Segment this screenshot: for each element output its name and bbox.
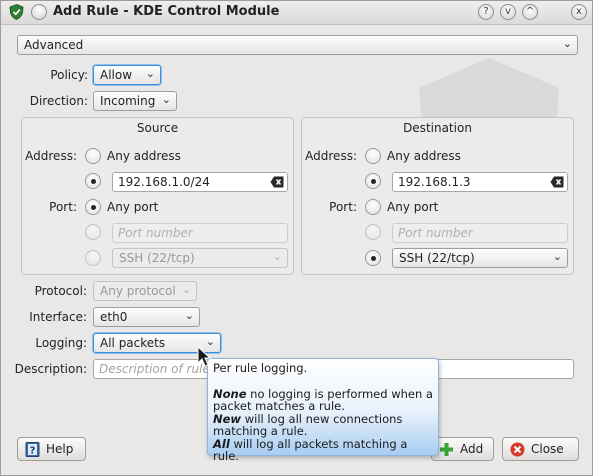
logging-tooltip: Per rule logging. None no logging is per… bbox=[207, 358, 439, 462]
clear-text-icon[interactable] bbox=[550, 176, 564, 188]
plus-icon bbox=[440, 443, 453, 456]
window-title: Add Rule - KDE Control Module bbox=[53, 4, 280, 19]
add-rule-window: Add Rule - KDE Control Module ? v ^ x Ad… bbox=[0, 0, 593, 476]
direction-value: Incoming bbox=[100, 94, 156, 108]
tooltip-all-text: will log all packets matching a rule. bbox=[213, 436, 408, 463]
destination-any-address-radio[interactable] bbox=[365, 148, 381, 164]
source-service-value: SSH (22/tcp) bbox=[119, 251, 195, 265]
minimize-button[interactable]: v bbox=[500, 4, 516, 20]
destination-address-label: Address: bbox=[305, 149, 357, 163]
source-port-number-radio[interactable] bbox=[85, 224, 101, 240]
help-button-label: Help bbox=[46, 442, 74, 456]
chevron-down-icon: ⌄ bbox=[552, 250, 562, 263]
chevron-down-icon: ⌄ bbox=[145, 67, 155, 80]
source-any-address-radio[interactable] bbox=[85, 148, 101, 164]
chevron-down-icon: ⌄ bbox=[161, 93, 171, 106]
destination-title: Destination bbox=[403, 121, 472, 135]
logging-label: Logging: bbox=[35, 336, 87, 350]
destination-address-input[interactable]: 192.168.1.3 bbox=[392, 172, 568, 192]
mode-select[interactable]: Advanced ⌄ bbox=[17, 35, 578, 55]
logging-value: All packets bbox=[100, 336, 166, 350]
description-label: Description: bbox=[14, 362, 87, 376]
source-title: Source bbox=[136, 121, 179, 135]
tooltip-intro: Per rule logging. bbox=[213, 361, 308, 375]
direction-select[interactable]: Incoming ⌄ bbox=[93, 91, 177, 111]
mouse-pointer-icon bbox=[197, 346, 211, 367]
tooltip-none-line: None no logging is performed when a pack… bbox=[213, 386, 433, 413]
tooltip-new-text: will log all new connections matching a … bbox=[213, 411, 403, 438]
close-window-button[interactable]: x bbox=[571, 4, 587, 20]
source-any-port-label[interactable]: Any port bbox=[107, 200, 158, 214]
close-button-label: Close bbox=[531, 442, 564, 456]
destination-service-select[interactable]: SSH (22/tcp) ⌄ bbox=[392, 248, 568, 268]
help-button[interactable]: ? Help bbox=[17, 437, 86, 461]
svg-text:?: ? bbox=[30, 446, 36, 457]
protocol-select[interactable]: Any protocol ⌄ bbox=[93, 281, 197, 301]
interface-value: eth0 bbox=[100, 310, 128, 324]
destination-port-label: Port: bbox=[329, 200, 357, 214]
destination-any-port-radio[interactable] bbox=[365, 199, 381, 215]
destination-port-number-radio[interactable] bbox=[365, 224, 381, 240]
mode-select-value: Advanced bbox=[24, 38, 84, 52]
source-address-input[interactable]: 192.168.1.0/24 bbox=[112, 172, 288, 192]
tooltip-new-line: New will log all new connections matchin… bbox=[213, 411, 433, 438]
maximize-button[interactable]: ^ bbox=[522, 4, 538, 20]
source-specific-address-radio[interactable] bbox=[85, 173, 101, 189]
protocol-value: Any protocol bbox=[100, 284, 176, 298]
destination-service-value: SSH (22/tcp) bbox=[399, 251, 475, 265]
policy-value: Allow bbox=[100, 68, 133, 82]
source-service-radio[interactable] bbox=[85, 250, 101, 266]
protocol-label: Protocol: bbox=[34, 284, 87, 298]
title-bar[interactable]: Add Rule - KDE Control Module ? v ^ x bbox=[1, 1, 592, 25]
chevron-down-icon: ⌄ bbox=[181, 283, 191, 296]
clear-text-icon[interactable] bbox=[270, 176, 284, 188]
destination-specific-address-radio[interactable] bbox=[365, 173, 381, 189]
help-book-icon: ? bbox=[25, 442, 40, 457]
destination-any-address-label[interactable]: Any address bbox=[387, 149, 461, 163]
source-address-value: 192.168.1.0/24 bbox=[118, 175, 210, 189]
destination-any-port-label[interactable]: Any port bbox=[387, 200, 438, 214]
source-port-input[interactable]: Port number bbox=[112, 223, 288, 243]
source-any-port-radio[interactable] bbox=[85, 199, 101, 215]
firewall-shield-icon bbox=[9, 4, 24, 20]
chevron-down-icon: ⌄ bbox=[562, 37, 572, 50]
interface-label: Interface: bbox=[29, 310, 87, 324]
destination-service-radio[interactable] bbox=[365, 250, 381, 266]
destination-address-value: 192.168.1.3 bbox=[398, 175, 471, 189]
source-port-label: Port: bbox=[49, 200, 77, 214]
direction-label: Direction: bbox=[29, 94, 88, 108]
close-circle-icon bbox=[510, 442, 525, 457]
source-any-address-label[interactable]: Any address bbox=[107, 149, 181, 163]
policy-label: Policy: bbox=[50, 68, 88, 82]
chevron-down-icon: ⌄ bbox=[272, 250, 282, 263]
source-address-label: Address: bbox=[25, 149, 77, 163]
interface-select[interactable]: eth0 ⌄ bbox=[93, 307, 200, 327]
chevron-down-icon: ⌄ bbox=[184, 309, 194, 322]
tooltip-none-text: no logging is performed when a packet ma… bbox=[213, 386, 433, 413]
destination-port-input[interactable]: Port number bbox=[392, 223, 568, 243]
add-button-label: Add bbox=[460, 442, 484, 456]
policy-select[interactable]: Allow ⌄ bbox=[93, 65, 161, 85]
add-button[interactable]: Add bbox=[431, 437, 494, 461]
close-button[interactable]: Close bbox=[502, 437, 579, 461]
context-help-button[interactable]: ? bbox=[478, 4, 494, 20]
window-menu-icon[interactable] bbox=[31, 4, 47, 20]
tooltip-all-line: All will log all packets matching a rule… bbox=[213, 436, 433, 463]
source-service-select[interactable]: SSH (22/tcp) ⌄ bbox=[112, 248, 288, 268]
